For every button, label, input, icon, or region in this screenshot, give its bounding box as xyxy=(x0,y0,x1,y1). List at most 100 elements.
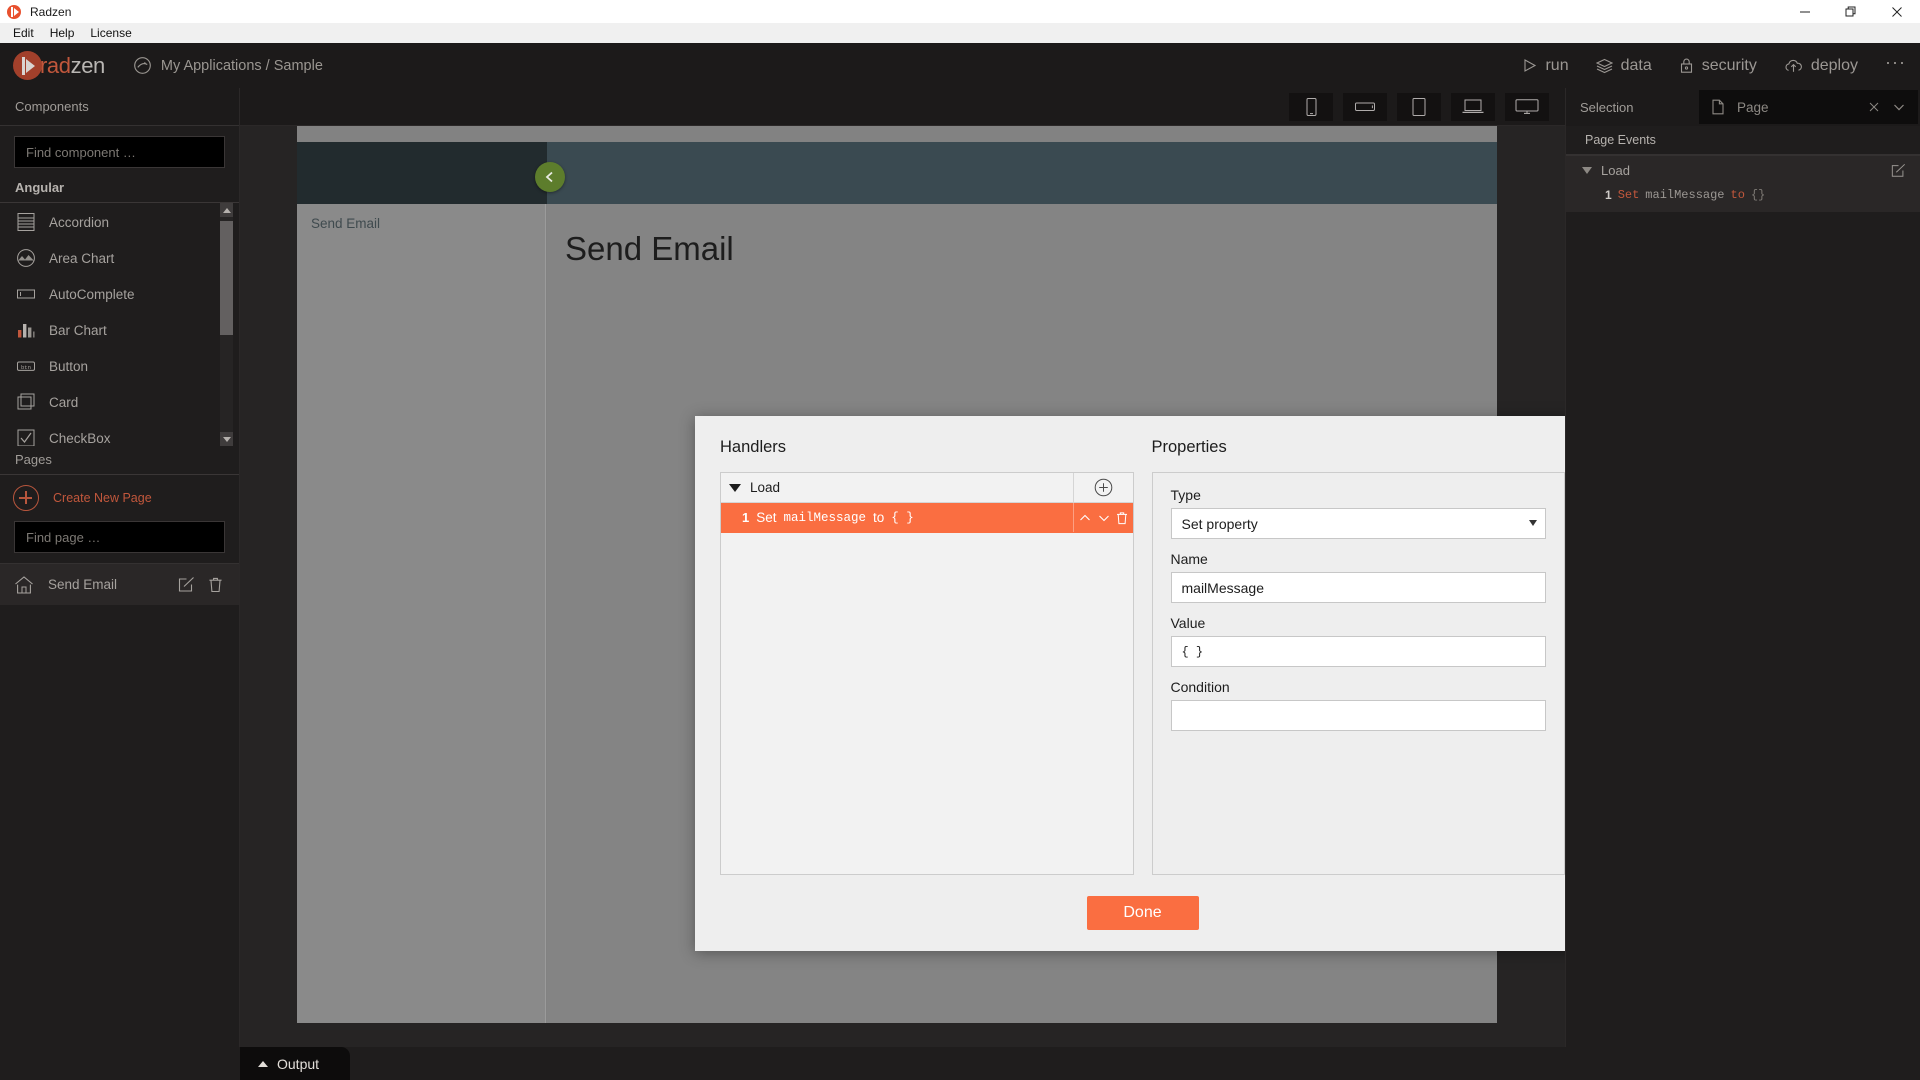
handler-event-actions xyxy=(1072,473,1133,502)
page-event-name: Load xyxy=(1601,162,1630,178)
statement-value: {} xyxy=(1750,188,1766,202)
component-list-scrollbar[interactable] xyxy=(220,203,233,446)
component-search-input[interactable] xyxy=(14,136,225,168)
menu-license[interactable]: License xyxy=(82,24,139,43)
handler-statement-row[interactable]: 1 Set mailMessage to { } xyxy=(721,503,1133,533)
page-event-statement[interactable]: 1 Set mailMessage to {} xyxy=(1566,184,1920,206)
maximize-button[interactable] xyxy=(1828,0,1874,23)
menu-help[interactable]: Help xyxy=(42,24,83,43)
run-button[interactable]: run xyxy=(1522,56,1569,75)
menu-edit[interactable]: Edit xyxy=(5,24,42,43)
home-icon xyxy=(15,575,33,594)
handler-statement-main[interactable]: 1 Set mailMessage to { } xyxy=(721,503,1073,532)
handlers-list: Load 1 Set mailMessage to {} xyxy=(720,472,1134,875)
sidebar-page-send-email[interactable]: Send Email xyxy=(0,563,239,605)
statement-target: mailMessage xyxy=(1645,188,1725,202)
sidebar-toggle-button[interactable] xyxy=(535,162,565,192)
play-icon xyxy=(1524,59,1537,72)
handler-event-main[interactable]: Load xyxy=(721,473,1073,502)
type-select-wrap[interactable] xyxy=(1170,508,1546,539)
chevron-down-icon[interactable] xyxy=(1529,520,1537,526)
component-area-chart[interactable]: Area Chart xyxy=(0,240,239,276)
create-new-page-button[interactable]: Create New Page xyxy=(0,475,239,521)
design-canvas: Send Email Send Email Handlers Load 1 Se… xyxy=(240,126,1565,1080)
component-card[interactable]: Card xyxy=(0,384,239,420)
close-icon[interactable] xyxy=(1868,101,1880,113)
statement-preposition: to xyxy=(1730,188,1745,202)
device-desktop[interactable] xyxy=(1505,92,1549,121)
handler-event-row[interactable]: Load xyxy=(721,473,1133,503)
handlers-column: Handlers Load 1 Set mailMessage to {} xyxy=(720,438,1134,875)
more-options-button[interactable]: ··· xyxy=(1885,52,1906,80)
chevron-down-icon[interactable] xyxy=(1892,101,1906,113)
component-accordion[interactable]: Accordion xyxy=(0,204,239,240)
device-toolbar xyxy=(240,88,1565,126)
layers-icon xyxy=(1595,58,1613,73)
close-button[interactable] xyxy=(1874,0,1920,23)
component-list: Accordion Area Chart AutoComplete Bar Ch… xyxy=(0,203,239,446)
scrollbar-thumb[interactable] xyxy=(220,221,233,335)
name-input[interactable] xyxy=(1170,572,1546,603)
output-tab[interactable]: Output xyxy=(240,1047,350,1080)
chevron-down-icon[interactable] xyxy=(1097,511,1111,525)
value-input[interactable] xyxy=(1170,636,1546,667)
component-list-scroll: Accordion Area Chart AutoComplete Bar Ch… xyxy=(0,203,239,446)
page-search-input[interactable] xyxy=(14,521,225,553)
output-label: Output xyxy=(277,1055,320,1072)
create-page-label: Create New Page xyxy=(53,491,152,505)
scroll-up-button[interactable] xyxy=(220,203,233,217)
statement-index: 1 xyxy=(742,510,750,525)
edit-icon[interactable] xyxy=(178,576,195,593)
data-button[interactable]: data xyxy=(1595,57,1652,75)
condition-input[interactable] xyxy=(1170,700,1546,731)
radzen-logo-icon xyxy=(7,4,21,19)
device-tablet[interactable] xyxy=(1397,92,1441,121)
svg-text:btn: btn xyxy=(21,364,31,371)
statement-preposition: to xyxy=(873,510,885,525)
edit-icon[interactable] xyxy=(1891,163,1906,178)
handlers-title: Handlers xyxy=(720,438,787,456)
condition-label: Condition xyxy=(1170,679,1230,695)
brand-logo[interactable]: rad zen xyxy=(13,51,105,80)
scroll-down-button[interactable] xyxy=(220,432,233,446)
device-phone-landscape[interactable] xyxy=(1343,92,1387,121)
deploy-label: deploy xyxy=(1810,56,1859,74)
type-label: Type xyxy=(1170,487,1201,503)
deploy-button[interactable]: deploy xyxy=(1784,57,1858,75)
minimize-button[interactable] xyxy=(1782,0,1828,23)
event-handlers-dialog: Handlers Load 1 Set mailMessage to {} P… xyxy=(695,416,1565,951)
statement-target: mailMessage xyxy=(783,510,867,525)
page-events-title: Page Events xyxy=(1566,126,1920,156)
canvas-column: Send Email Send Email Handlers Load 1 Se… xyxy=(240,88,1565,1080)
chevron-up-icon[interactable] xyxy=(1078,511,1092,525)
component-label: AutoComplete xyxy=(49,286,135,302)
name-label: Name xyxy=(1170,551,1208,567)
area-chart-icon xyxy=(17,249,35,267)
component-bar-chart[interactable]: Bar Chart xyxy=(0,312,239,348)
component-label: Accordion xyxy=(49,214,110,230)
dialog-footer: Done xyxy=(695,875,1565,951)
type-select[interactable] xyxy=(1170,508,1546,539)
breadcrumb[interactable]: My Applications / Sample xyxy=(133,56,323,75)
chevron-down-icon[interactable] xyxy=(1582,166,1592,174)
device-phone-portrait[interactable] xyxy=(1289,92,1333,121)
chevron-up-icon[interactable] xyxy=(258,1060,268,1067)
app-header: rad zen My Applications / Sample run dat… xyxy=(0,43,1920,88)
properties-title: Properties xyxy=(1151,438,1227,456)
chevron-down-icon[interactable] xyxy=(729,483,741,492)
trash-icon[interactable] xyxy=(208,576,223,593)
properties-column: Properties Type Name Value xyxy=(1151,438,1565,875)
trash-icon[interactable] xyxy=(1116,511,1128,525)
security-button[interactable]: security xyxy=(1679,57,1757,75)
done-button[interactable]: Done xyxy=(1086,896,1199,930)
page-event-load-row[interactable]: Load xyxy=(1566,156,1920,184)
plus-circle-icon[interactable] xyxy=(1094,478,1113,497)
component-label: Card xyxy=(49,394,79,410)
main-area: Components Angular Accordion xyxy=(0,88,1920,1080)
selection-selector[interactable]: Page xyxy=(1699,90,1918,124)
device-laptop[interactable] xyxy=(1451,92,1495,121)
run-label: run xyxy=(1545,56,1569,74)
component-autocomplete[interactable]: AutoComplete xyxy=(0,276,239,312)
component-checkbox[interactable]: CheckBox xyxy=(0,420,239,446)
component-button[interactable]: btn Button xyxy=(0,348,239,384)
